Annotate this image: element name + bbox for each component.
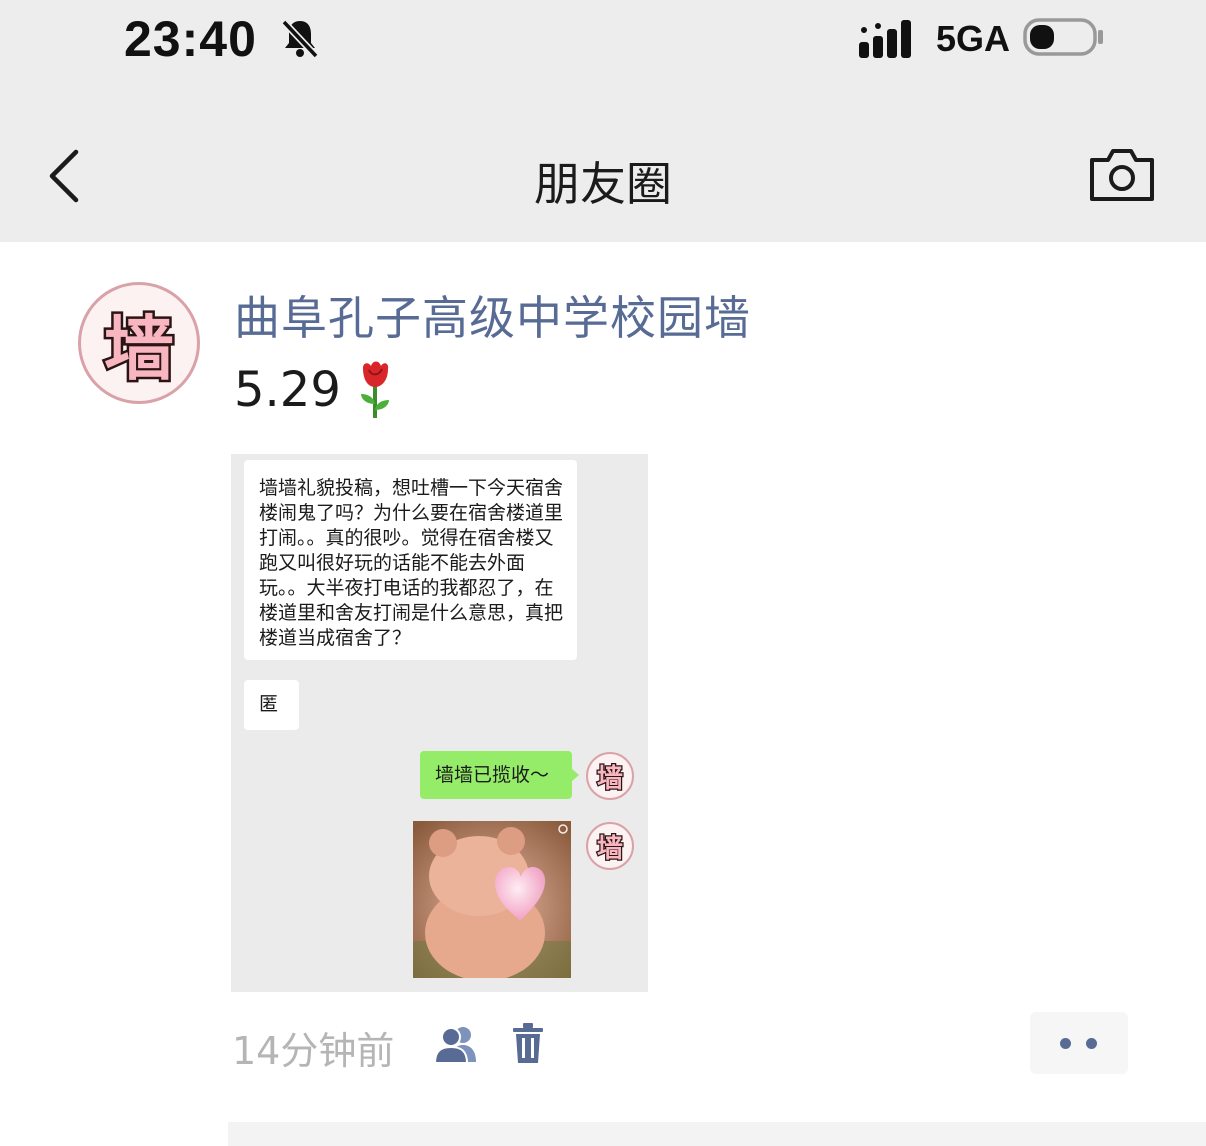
post-text-row: 5.29 bbox=[234, 360, 395, 420]
more-icon[interactable] bbox=[1030, 1012, 1128, 1074]
rose-emoji bbox=[360, 361, 389, 418]
author-name[interactable]: 曲阜孔子高级中学校园墙 bbox=[234, 282, 751, 348]
incoming-message: 墙墙礼貌投稿，想吐槽一下今天宿舍楼闹鬼了吗？为什么要在宿舍楼道里打闹。。真的很吵… bbox=[244, 460, 577, 660]
status-bar: 23:40 5GA bbox=[0, 0, 1206, 80]
sender-avatar: 墙 bbox=[586, 822, 634, 870]
status-time: 23:40 bbox=[124, 11, 257, 67]
network-type: 5GA bbox=[936, 18, 1011, 59]
avatar-text: 墙 bbox=[596, 762, 625, 795]
signal-icon bbox=[859, 20, 911, 58]
author-avatar[interactable]: 墙 bbox=[78, 282, 200, 404]
camera-icon[interactable] bbox=[1086, 146, 1158, 204]
bell-muted-icon bbox=[281, 19, 319, 59]
battery-icon bbox=[1023, 18, 1103, 56]
page-title: 朋友圈 bbox=[534, 157, 672, 211]
avatar-text: 墙 bbox=[596, 832, 625, 865]
post-time: 14分钟前 bbox=[232, 1029, 395, 1073]
divider bbox=[228, 1122, 1206, 1146]
sticker-image bbox=[413, 821, 571, 978]
nav-bar: 朋友圈 bbox=[0, 80, 1206, 242]
privacy-icon[interactable] bbox=[432, 1024, 480, 1064]
delete-icon[interactable] bbox=[511, 1022, 545, 1064]
sender-avatar: 墙 bbox=[586, 752, 634, 800]
incoming-message: 匿 bbox=[244, 680, 299, 730]
post-text: 5.29 bbox=[234, 362, 341, 418]
outgoing-message: 墙墙已揽收～ bbox=[420, 751, 579, 799]
avatar-text: 墙 bbox=[102, 305, 177, 392]
chat-screenshot-image[interactable]: 墙墙礼貌投稿，想吐槽一下今天宿舍楼闹鬼了吗？为什么要在宿舍楼道里打闹。。真的很吵… bbox=[231, 454, 648, 992]
